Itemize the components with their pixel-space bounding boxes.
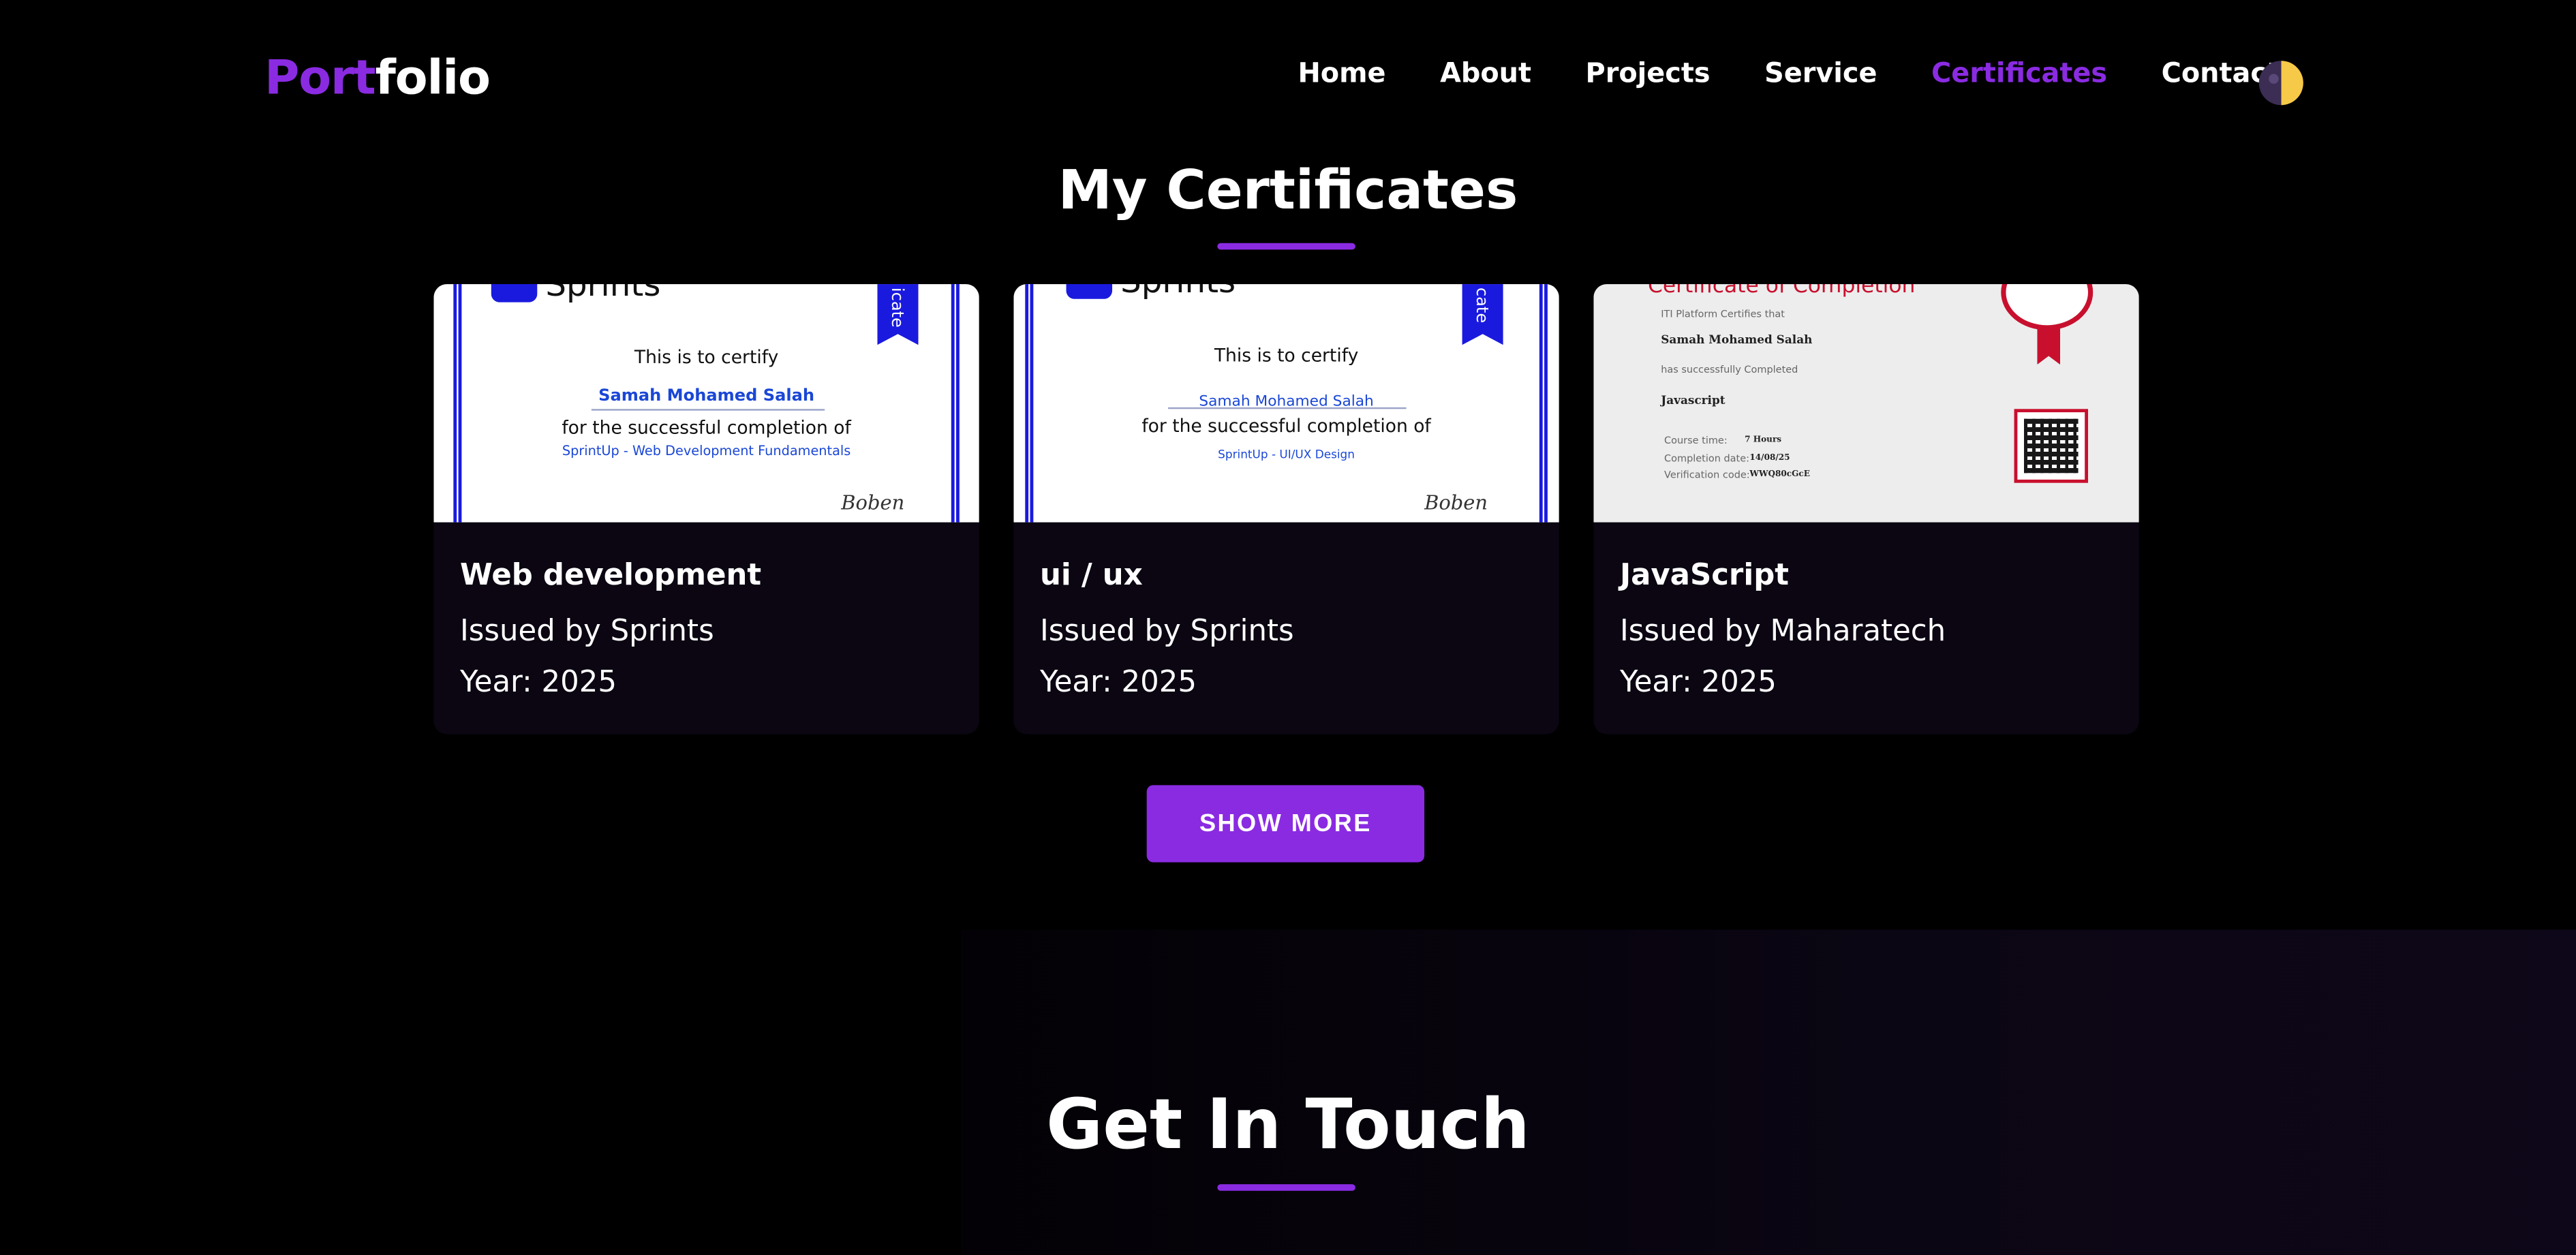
nav-home[interactable]: Home [1298,57,1385,89]
card-issuer: Issued by Sprints [459,614,714,649]
card-body: JavaScript Issued by Maharatech Year: 20… [1593,559,2138,700]
certificate-card[interactable]: Sprints icate This is to certify Samah M… [433,284,979,734]
card-year: Year: 2025 [1039,665,1197,700]
cert-completed: has successfully Completed [1661,365,1798,377]
nav-certificates[interactable]: Certificates [1931,57,2107,89]
cert-heading: Certificate of Completion [1647,284,1916,299]
cert-rule [591,409,825,411]
cert-code-label: Verification code: [1664,469,1750,482]
nav-service[interactable]: Service [1764,57,1877,89]
cert-course: SprintUp - UI/UX Design [1218,448,1355,462]
page: Portfolio Home About Projects Service Ce… [0,0,2576,1255]
card-title: JavaScript [1619,558,1790,593]
logo[interactable]: Portfolio [264,49,491,106]
cert-course-time: 7 Hours [1745,435,1782,446]
main-nav: Home About Projects Service Certificates… [1298,57,2333,89]
nav-projects[interactable]: Projects [1586,57,1711,89]
cert-date: 14/08/25 [1749,453,1790,463]
card-body: Web development Issued by Sprints Year: … [433,559,979,700]
seal-ribbon-icon [2037,325,2061,365]
theme-toggle-icon[interactable] [2258,61,2303,106]
seal-icon [2001,284,2094,330]
cert-name: Samah Mohamed Salah [1661,331,1813,347]
qr-code-icon [2014,409,2089,483]
cert-date-label: Completion date: [1664,453,1749,465]
signature: Boben [1424,491,1488,514]
logo-part-1: Port [264,49,376,106]
title-underline [1217,243,1355,250]
nav-about[interactable]: About [1440,57,1531,89]
moon-crater [2269,74,2279,84]
signature: Boben [841,491,905,514]
title-underline [1217,1184,1355,1191]
card-issuer: Issued by Sprints [1039,614,1294,649]
sprints-logo: Sprints [491,284,660,304]
show-more-button[interactable]: SHOW MORE [1146,785,1425,863]
certificate-image: Sprints icate This is to certify Samah M… [433,284,979,523]
cert-completion: for the successful completion of [562,417,851,439]
cert-name: Samah Mohamed Salah [598,387,815,406]
cert-course-time-label: Course time: [1664,435,1728,447]
cert-completion: for the successful completion of [1141,415,1431,437]
cert-certify: This is to certify [1214,345,1359,367]
card-title: Web development [459,558,762,593]
section-title-certificates: My Certificates [1058,157,1518,222]
certificate-card[interactable]: Sprints cate This is to certify Samah Mo… [1013,284,1559,734]
logo-part-2: folio [375,49,491,106]
cert-certify: This is to certify [634,346,779,368]
cert-name: Samah Mohamed Salah [1199,394,1374,411]
ribbon-icon: icate [877,284,919,345]
card-title: ui / ux [1039,558,1143,593]
certificate-image: Sprints cate This is to certify Samah Mo… [1013,284,1559,523]
card-issuer: Issued by Maharatech [1619,614,1946,649]
cert-code: WWQ80cGcE [1749,469,1810,480]
ribbon-icon: cate [1462,284,1503,345]
certificate-card[interactable]: Certificate of Completion ITI Platform C… [1593,284,2139,734]
certificate-image: Certificate of Completion ITI Platform C… [1593,284,2139,523]
card-year: Year: 2025 [459,665,617,700]
cert-course: SprintUp - Web Development Fundamentals [562,443,851,459]
sprints-logo: Sprints [1066,284,1236,300]
section-title-contact: Get In Touch [1046,1084,1530,1165]
cert-course: Javascript [1661,392,1726,407]
cert-intro: ITI Platform Certifies that [1661,309,1785,321]
card-year: Year: 2025 [1619,665,1777,700]
card-body: ui / ux Issued by Sprints Year: 2025 [1013,559,1559,700]
